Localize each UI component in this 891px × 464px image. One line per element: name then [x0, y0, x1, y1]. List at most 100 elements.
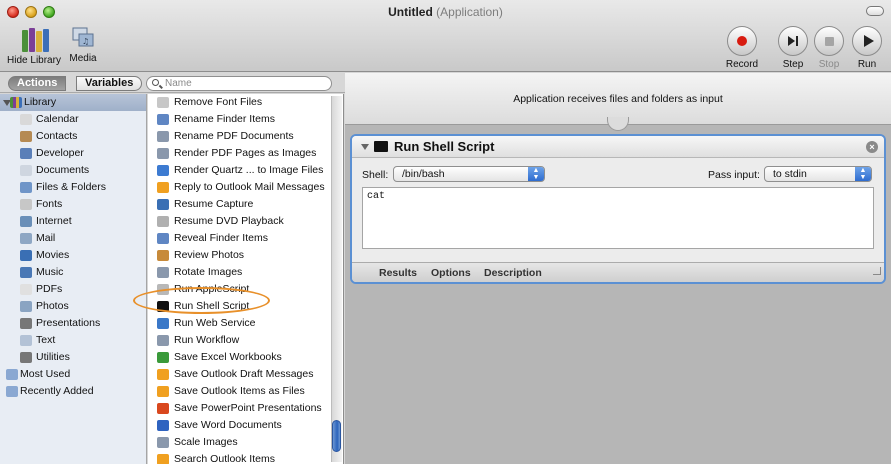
library-smart-item-label: Most Used	[20, 368, 71, 380]
automator-icon	[157, 437, 169, 448]
actions-list: Remove Font Files Rename Finder Items Rena…	[148, 94, 344, 464]
run-label: Run	[857, 59, 877, 70]
media-label: Media	[69, 53, 97, 64]
library-item-label: Contacts	[36, 130, 78, 142]
action-item-label: Run Web Service	[174, 317, 256, 329]
workflow-icon	[157, 335, 169, 346]
stop-button[interactable]: Stop	[813, 26, 845, 70]
action-item-rotate-images[interactable]: Rotate Images	[148, 264, 343, 281]
library-item-developer[interactable]: Developer	[0, 145, 146, 162]
library-item-text[interactable]: Text	[0, 332, 146, 349]
library-item-label: Utilities	[36, 351, 70, 363]
library-smart-item-recently-added[interactable]: Recently Added	[0, 383, 146, 400]
photos-icon	[157, 250, 169, 261]
action-item-scale-images[interactable]: Scale Images	[148, 434, 343, 451]
library-item-fonts[interactable]: Fonts	[0, 196, 146, 213]
action-item-save-word-documents[interactable]: Save Word Documents	[148, 417, 343, 434]
workflow-connector	[607, 117, 629, 131]
record-button[interactable]: Record	[722, 26, 762, 70]
toolbar-toggle-button[interactable]	[866, 6, 884, 16]
action-item-label: Save PowerPoint Presentations	[174, 402, 322, 414]
calendar-icon	[20, 114, 32, 125]
fonts-icon	[157, 97, 169, 108]
library-root-item[interactable]: Library	[0, 94, 146, 111]
outlook-icon	[157, 182, 169, 193]
action-item-run-workflow[interactable]: Run Workflow	[148, 332, 343, 349]
results-tab[interactable]: Results	[379, 267, 417, 279]
action-item-save-outlook-items-as-files[interactable]: Save Outlook Items as Files	[148, 383, 343, 400]
actions-scroll-thumb[interactable]	[332, 420, 341, 452]
action-item-rename-finder-items[interactable]: Rename Finder Items	[148, 111, 343, 128]
run-button[interactable]: Run	[851, 26, 883, 70]
action-item-render-pdf-pages-as-images[interactable]: Render PDF Pages as Images	[148, 145, 343, 162]
library-item-pdfs[interactable]: PDFs	[0, 281, 146, 298]
popup-arrows-icon: ▲ ▼	[855, 167, 871, 181]
action-title: Run Shell Script	[394, 139, 495, 154]
search-input[interactable]: Name	[146, 76, 332, 91]
library-item-photos[interactable]: Photos	[0, 298, 146, 315]
hide-library-button[interactable]: Hide Library	[4, 26, 64, 66]
options-tab[interactable]: Options	[431, 267, 471, 279]
library-item-documents[interactable]: Documents	[0, 162, 146, 179]
action-item-save-excel-workbooks[interactable]: Save Excel Workbooks	[148, 349, 343, 366]
library-item-presentations[interactable]: Presentations	[0, 315, 146, 332]
library-item-label: Mail	[36, 232, 56, 244]
highlight-circle	[133, 287, 270, 314]
globe-icon	[157, 318, 169, 329]
library-item-label: Movies	[36, 249, 70, 261]
library-item-movies[interactable]: Movies	[0, 247, 146, 264]
actions-scrollbar[interactable]	[331, 96, 342, 462]
files-folders-icon	[20, 182, 32, 193]
workflow-input-text: Application receives files and folders a…	[513, 93, 723, 105]
action-item-save-powerpoint-presentations[interactable]: Save PowerPoint Presentations	[148, 400, 343, 417]
action-title-bar[interactable]: Run Shell Script ×	[352, 136, 884, 158]
variables-tab[interactable]: Variables	[76, 76, 143, 91]
remove-action-icon[interactable]: ×	[866, 141, 878, 153]
description-tab[interactable]: Description	[484, 267, 542, 279]
library-icon	[10, 97, 22, 108]
step-button[interactable]: Step	[777, 26, 809, 70]
pass-input-select[interactable]: to stdin ▲ ▼	[764, 166, 872, 182]
media-button[interactable]: ♫ Media	[66, 26, 100, 64]
pass-input-value: to stdin	[773, 168, 807, 180]
pass-input-label: Pass input:	[708, 169, 760, 181]
finder-icon	[157, 114, 169, 125]
collapse-triangle-icon[interactable]	[361, 144, 369, 150]
action-item-search-outlook-items[interactable]: Search Outlook Items	[148, 451, 343, 464]
library-item-label: Calendar	[36, 113, 79, 125]
library-item-files-folders[interactable]: Files & Folders	[0, 179, 146, 196]
run-icon	[852, 26, 882, 56]
finder-icon	[157, 233, 169, 244]
action-item-rename-pdf-documents[interactable]: Rename PDF Documents	[148, 128, 343, 145]
library-item-calendar[interactable]: Calendar	[0, 111, 146, 128]
library-item-contacts[interactable]: Contacts	[0, 128, 146, 145]
library-item-label: Music	[36, 266, 64, 278]
library-item-label: Text	[36, 334, 56, 346]
actions-tab[interactable]: Actions	[8, 76, 67, 91]
action-item-resume-capture[interactable]: Resume Capture	[148, 196, 343, 213]
library-item-mail[interactable]: Mail	[0, 230, 146, 247]
action-item-resume-dvd-playback[interactable]: Resume DVD Playback	[148, 213, 343, 230]
shell-select[interactable]: /bin/bash ▲ ▼	[393, 166, 545, 182]
library-smart-item-most-used[interactable]: Most Used	[0, 366, 146, 383]
library-item-internet[interactable]: Internet	[0, 213, 146, 230]
contacts-icon	[20, 131, 32, 142]
shell-label: Shell:	[362, 169, 389, 181]
action-item-render-quartz-to-image-files[interactable]: Render Quartz ... to Image Files	[148, 162, 343, 179]
record-icon	[727, 26, 757, 56]
action-item-review-photos[interactable]: Review Photos	[148, 247, 343, 264]
library-item-utilities[interactable]: Utilities	[0, 349, 146, 366]
action-item-remove-font-files[interactable]: Remove Font Files	[148, 94, 343, 111]
script-textarea[interactable]: cat	[362, 187, 874, 249]
action-item-reveal-finder-items[interactable]: Reveal Finder Items	[148, 230, 343, 247]
resize-handle-icon[interactable]	[873, 267, 881, 275]
action-item-label: Resume Capture	[174, 198, 254, 210]
action-item-reply-to-outlook-mail-messages[interactable]: Reply to Outlook Mail Messages	[148, 179, 343, 196]
action-item-run-web-service[interactable]: Run Web Service	[148, 315, 343, 332]
library-list: Library Calendar Contacts Developer Documen…	[0, 94, 147, 464]
library-item-music[interactable]: Music	[0, 264, 146, 281]
action-item-label: Save Outlook Draft Messages	[174, 368, 314, 380]
library-item-label: Files & Folders	[36, 181, 107, 193]
action-item-save-outlook-draft-messages[interactable]: Save Outlook Draft Messages	[148, 366, 343, 383]
action-item-label: Rotate Images	[174, 266, 243, 278]
